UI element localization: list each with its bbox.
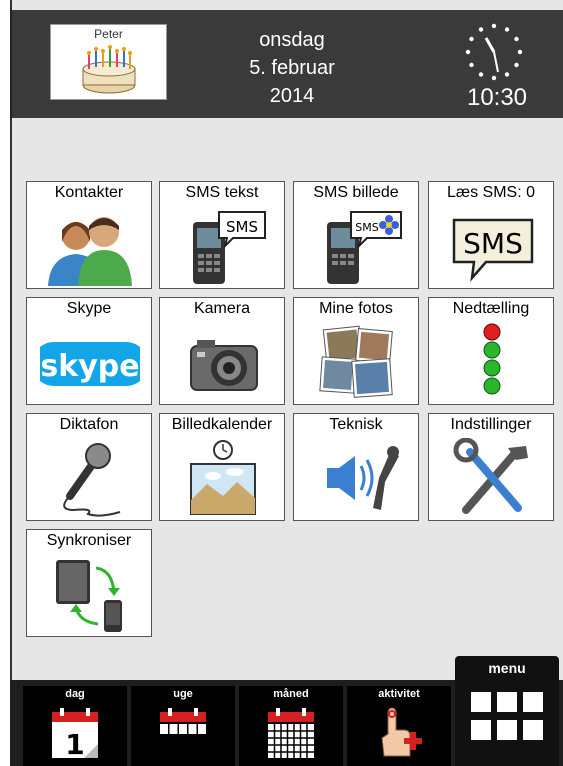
- tile-kontakter[interactable]: Kontakter: [26, 181, 152, 289]
- nav-label: dag: [65, 688, 85, 700]
- nav-label: aktivitet: [378, 688, 420, 700]
- skype-icon: skype: [40, 342, 140, 386]
- svg-text:SMS: SMS: [463, 227, 523, 260]
- tile-label: Teknisk: [329, 416, 383, 433]
- nav-aktivitet-button[interactable]: aktivitet: [347, 686, 451, 766]
- tools-icon: [453, 438, 528, 514]
- tile-label: Kamera: [193, 300, 251, 317]
- tile-mine-fotos[interactable]: Mine fotos: [293, 297, 419, 405]
- microphone-icon: [63, 443, 121, 517]
- tile-diktafon[interactable]: Diktafon: [26, 413, 152, 521]
- tile-sms-tekst[interactable]: SMS tekst SMS: [159, 181, 285, 289]
- contacts-icon: [48, 217, 132, 286]
- tile-label: SMS billede: [313, 184, 399, 201]
- add-activity-icon: [381, 707, 422, 757]
- profile-name: Peter: [94, 27, 123, 41]
- time-text: 10:30: [466, 84, 528, 111]
- nav-label: uge: [173, 688, 193, 700]
- tile-label: Diktafon: [59, 416, 119, 433]
- tile-skype[interactable]: Skype skype: [26, 297, 152, 405]
- tile-label: Kontakter: [54, 184, 124, 201]
- nav-uge-button[interactable]: uge: [131, 686, 235, 766]
- tile-label: Skype: [66, 300, 112, 317]
- menu-button[interactable]: menu: [455, 656, 559, 766]
- weekday-text: onsdag: [259, 29, 325, 51]
- tile-label: Nedtælling: [452, 300, 530, 317]
- sms-picture-icon: SMS: [327, 211, 402, 284]
- calendar-week-icon: [160, 708, 206, 734]
- tile-label: Læs SMS: 0: [446, 184, 536, 201]
- svg-text:1: 1: [65, 728, 84, 760]
- tile-label: Indstillinger: [450, 416, 532, 433]
- date-text: 5. februar: [249, 57, 335, 79]
- photos-icon: [319, 325, 393, 398]
- profile-card[interactable]: Peter: [50, 24, 167, 100]
- svg-text:SMS: SMS: [226, 218, 258, 236]
- nav-dag-button[interactable]: dag 1: [23, 686, 127, 766]
- calendar-day-icon: 1: [52, 708, 98, 760]
- tile-kamera[interactable]: Kamera: [159, 297, 285, 405]
- tile-nedtaelling[interactable]: Nedtælling: [428, 297, 554, 405]
- birthday-cake-icon: [82, 45, 136, 94]
- grid-menu-icon: [471, 692, 543, 740]
- nav-maaned-button[interactable]: måned: [239, 686, 343, 766]
- camera-icon: [190, 340, 258, 391]
- nav-label: måned: [273, 688, 309, 700]
- sms-text-icon: SMS: [193, 211, 266, 284]
- tile-label: Synkroniser: [46, 532, 132, 549]
- tile-indstillinger[interactable]: Indstillinger: [428, 413, 554, 521]
- svg-text:SMS: SMS: [355, 221, 378, 234]
- menu-label: menu: [488, 660, 526, 676]
- tile-synkroniser[interactable]: Synkroniser: [26, 529, 152, 637]
- sync-icon: [56, 560, 122, 632]
- tile-label: SMS tekst: [185, 184, 259, 201]
- tile-billedkalender[interactable]: Billedkalender: [159, 413, 285, 521]
- picture-calendar-icon: [190, 440, 256, 515]
- countdown-icon: [483, 323, 501, 395]
- tile-sms-billede[interactable]: SMS billede SMS: [293, 181, 419, 289]
- year-text: 2014: [269, 85, 315, 107]
- analog-clock-icon: [465, 23, 523, 81]
- date-display: onsdag 5. februar 2014: [212, 26, 372, 110]
- tile-teknisk[interactable]: Teknisk: [293, 413, 419, 521]
- tile-label: Billedkalender: [171, 416, 273, 433]
- tile-laes-sms[interactable]: Læs SMS: 0 SMS: [428, 181, 554, 289]
- calendar-month-icon: [268, 708, 314, 758]
- speaker-wrench-icon: [327, 446, 399, 510]
- tile-label: Mine fotos: [319, 300, 393, 317]
- read-sms-icon: SMS: [452, 218, 534, 282]
- header-bar: Peter onsdag 5. februar 2014 10:30: [10, 10, 563, 118]
- svg-text:skype: skype: [40, 349, 139, 384]
